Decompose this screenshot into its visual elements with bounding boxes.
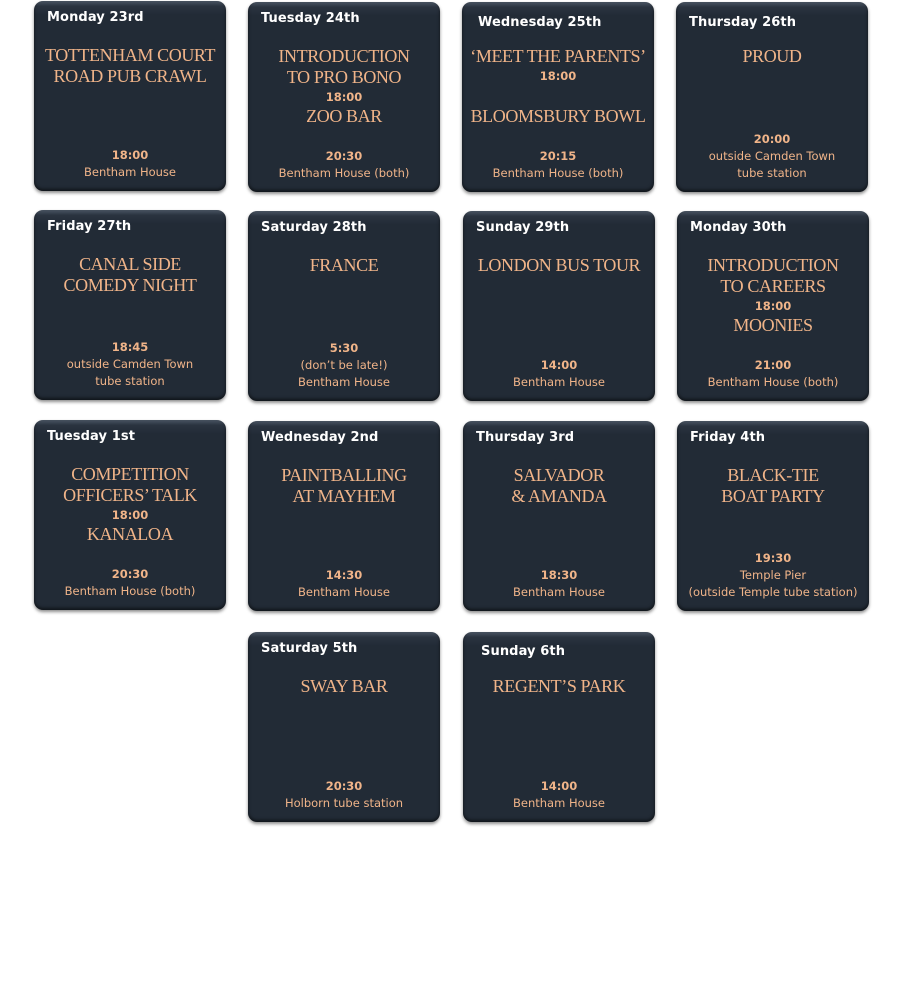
event-location: Bentham House (both) xyxy=(492,166,624,180)
event-location: outside Camden Town tube station xyxy=(708,149,836,180)
day-label: Thursday 26th xyxy=(689,15,797,30)
day-card: Monday 30th Introduction to Careers 18:0… xyxy=(677,211,869,401)
event-title: Introduction to Pro Bono xyxy=(278,46,410,87)
event-time: 19:30 xyxy=(754,551,792,565)
event-time: 14:00 xyxy=(540,779,578,793)
event-time-1: 18:00 xyxy=(111,508,149,522)
event-title-2: Bloomsbury Bowl xyxy=(470,106,646,126)
day-label: Sunday 6th xyxy=(481,644,566,659)
event-time-1: 18:00 xyxy=(539,69,577,83)
day-card: Tuesday 24th Introduction to Pro Bono 18… xyxy=(248,2,440,192)
day-card: Friday 4th Black-Tie Boat Party 19:30 Te… xyxy=(677,421,869,611)
event-title: ‘Meet the Parents’ xyxy=(470,46,646,66)
event-location: outside Camden Town tube station xyxy=(66,357,194,388)
event-time-1: 18:00 xyxy=(325,90,363,104)
event-time: 20:15 xyxy=(539,149,577,163)
day-label: Friday 27th xyxy=(47,219,132,234)
event-title: Salvador & Amanda xyxy=(511,465,607,506)
event-title: Competition Officers’ Talk xyxy=(63,464,197,505)
event-location: Bentham House xyxy=(513,796,605,810)
event-time: 20:30 xyxy=(325,779,363,793)
event-time: 20:30 xyxy=(111,567,149,581)
event-time: 14:00 xyxy=(540,358,578,372)
event-title: France xyxy=(309,255,379,275)
day-label: Saturday 5th xyxy=(261,641,358,656)
event-location: Bentham House xyxy=(84,165,176,179)
event-location: Temple Pier (outside Temple tube station… xyxy=(688,568,858,599)
day-label: Wednesday 2nd xyxy=(261,430,379,445)
event-location: Bentham House xyxy=(298,585,390,599)
day-card: Wednesday 25th ‘Meet the Parents’ 18:00 … xyxy=(462,2,654,192)
day-card: Thursday 26th Proud 20:00 outside Camden… xyxy=(676,2,868,192)
event-title: Regent’s Park xyxy=(492,676,626,696)
day-label: Tuesday 1st xyxy=(47,429,136,444)
day-label: Tuesday 24th xyxy=(261,11,360,26)
event-time: 21:00 xyxy=(754,358,792,372)
event-time: 20:00 xyxy=(753,132,791,146)
day-card: Friday 27th Canal Side Comedy Night 18:4… xyxy=(34,210,226,400)
event-location: Bentham House xyxy=(513,375,605,389)
day-label: Friday 4th xyxy=(690,430,766,445)
event-time: 18:45 xyxy=(111,340,149,354)
day-card: Wednesday 2nd Paintballing at Mayhem 14:… xyxy=(248,421,440,611)
day-label: Sunday 29th xyxy=(476,220,570,235)
day-card: Sunday 29th London Bus Tour 14:00 Bentha… xyxy=(463,211,655,401)
event-location: (don’t be late!) Bentham House xyxy=(298,358,390,389)
day-card: Saturday 28th France 5:30 (don’t be late… xyxy=(248,211,440,401)
day-card: Sunday 6th Regent’s Park 14:00 Bentham H… xyxy=(463,632,655,822)
event-time: 5:30 xyxy=(329,341,359,355)
day-label: Wednesday 25th xyxy=(478,15,602,30)
day-label: Saturday 28th xyxy=(261,220,367,235)
event-title-2: Moonies xyxy=(733,315,813,335)
event-time: 18:00 xyxy=(111,148,149,162)
event-title: Tottenham Court Road Pub Crawl xyxy=(44,45,216,86)
event-time: 18:30 xyxy=(540,568,578,582)
day-card: Thursday 3rd Salvador & Amanda 18:30 Ben… xyxy=(463,421,655,611)
event-title-2: Zoo Bar xyxy=(306,106,382,126)
day-label: Thursday 3rd xyxy=(476,430,575,445)
event-title: Canal Side Comedy Night xyxy=(63,254,197,295)
day-label: Monday 30th xyxy=(690,220,787,235)
event-title: Proud xyxy=(742,46,802,66)
event-title-2: Kanaloa xyxy=(86,524,174,544)
day-label: Monday 23rd xyxy=(47,10,144,25)
event-location: Holborn tube station xyxy=(284,796,404,810)
event-title: Black-Tie Boat Party xyxy=(721,465,825,506)
event-title: Sway Bar xyxy=(300,676,388,696)
day-card: Saturday 5th Sway Bar 20:30 Holborn tube… xyxy=(248,632,440,822)
event-time-1: 18:00 xyxy=(754,299,792,313)
event-title: Paintballing at Mayhem xyxy=(281,465,407,506)
day-card: Monday 23rd Tottenham Court Road Pub Cra… xyxy=(34,1,226,191)
event-location: Bentham House (both) xyxy=(707,375,839,389)
event-title: Introduction to Careers xyxy=(707,255,839,296)
event-time: 14:30 xyxy=(325,568,363,582)
event-location: Bentham House (both) xyxy=(278,166,410,180)
event-location: Bentham House (both) xyxy=(64,584,196,598)
day-card: Tuesday 1st Competition Officers’ Talk 1… xyxy=(34,420,226,610)
event-title: London Bus Tour xyxy=(477,255,641,275)
event-time: 20:30 xyxy=(325,149,363,163)
event-location: Bentham House xyxy=(513,585,605,599)
